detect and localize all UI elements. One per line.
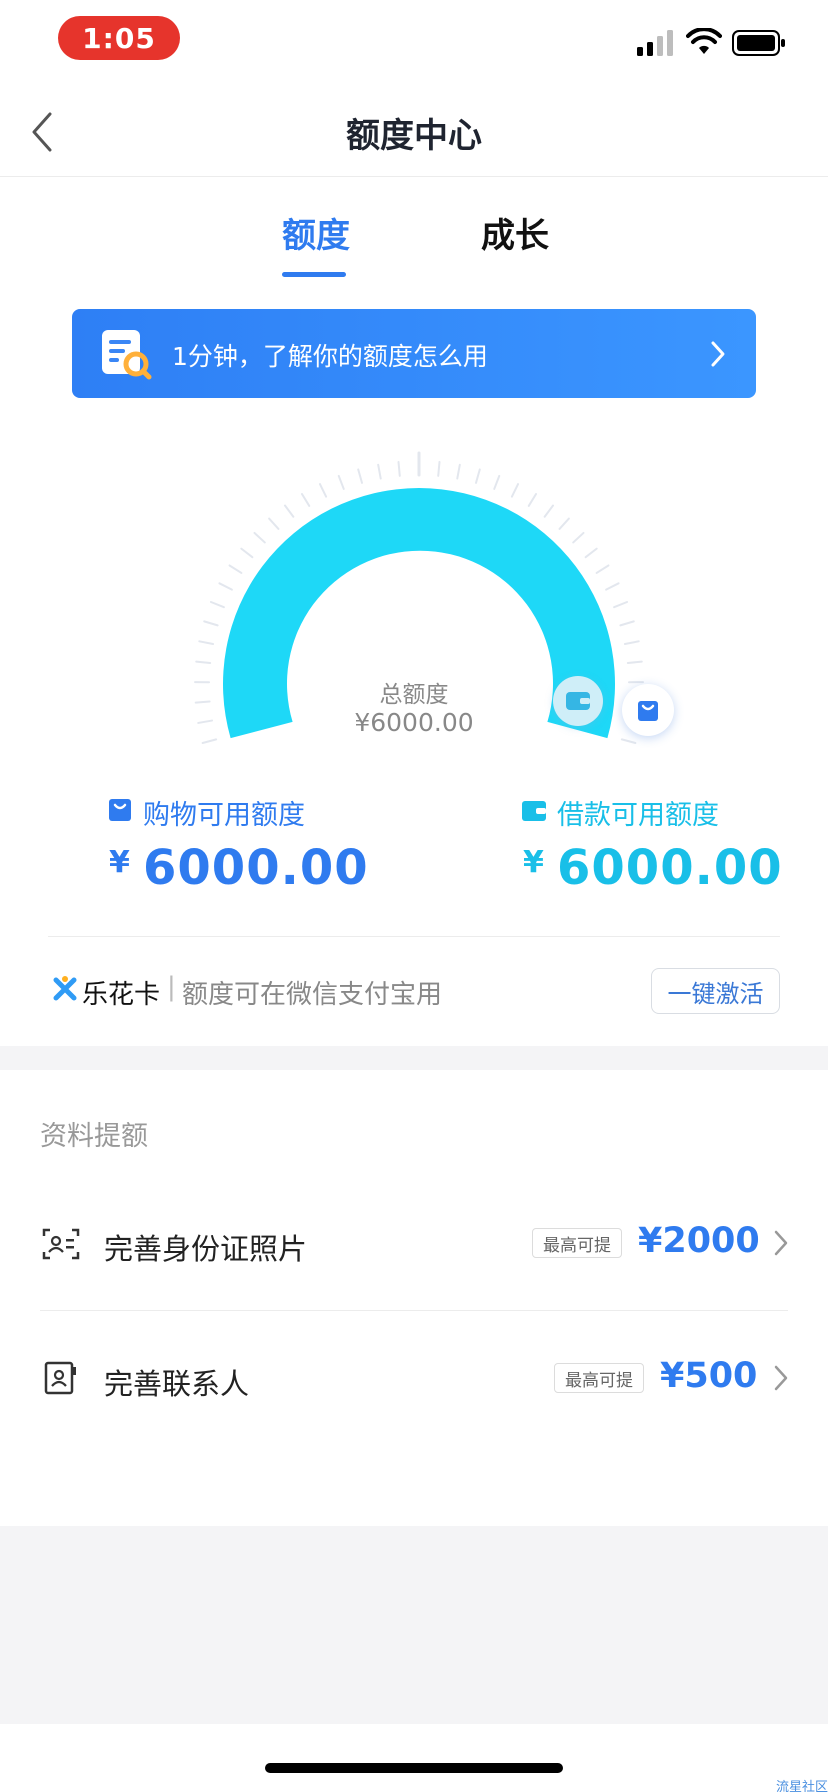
gauge-tick	[300, 493, 311, 507]
banner-text: 1分钟，了解你的额度怎么用	[172, 342, 488, 371]
gauge-tick	[198, 640, 215, 646]
home-indicator	[265, 1763, 563, 1773]
lehua-brand: 乐花卡	[82, 980, 161, 1010]
shopping-credit-amount: 6000.00	[143, 840, 369, 896]
gauge-tick	[337, 474, 345, 490]
gauge-tick	[623, 640, 640, 646]
gauge-tick	[240, 547, 254, 559]
page-title: 额度中心	[346, 116, 482, 156]
id-card-icon	[42, 1228, 80, 1264]
chevron-right-icon	[774, 1230, 788, 1260]
total-quota-value: ¥6000.00	[354, 708, 474, 737]
gauge-tick	[195, 660, 212, 665]
lehua-description: 额度可在微信支付宝用	[182, 980, 443, 1010]
tab-growth[interactable]: 成长	[481, 208, 549, 257]
gauge-tick	[626, 660, 643, 665]
tab-active-indicator	[282, 272, 346, 277]
wallet-icon	[521, 798, 547, 826]
total-quota-label: 总额度	[379, 682, 449, 708]
gauge-tick	[619, 620, 635, 627]
boost-amount: ¥2000	[638, 1221, 760, 1261]
shopping-credit-label: 购物可用额度	[143, 800, 305, 831]
credits-divider	[48, 936, 780, 937]
chevron-right-icon	[710, 340, 726, 372]
boost-amount: ¥500	[660, 1356, 758, 1396]
gauge-tick	[437, 460, 441, 477]
bottom-area	[0, 1526, 828, 1724]
loan-credit-amount: 6000.00	[557, 840, 783, 896]
shopping-credit-currency: ¥	[109, 845, 130, 880]
loan-credit-label: 借款可用额度	[557, 800, 719, 831]
list-divider	[40, 1310, 788, 1311]
wallet-icon	[566, 692, 590, 710]
gauge-tick	[377, 463, 382, 480]
gauge-tick	[584, 547, 598, 559]
section-gap	[0, 1046, 828, 1070]
gauge-tick	[253, 531, 266, 544]
gauge-tick	[510, 483, 520, 498]
gauge-tick	[201, 738, 218, 744]
gauge-tick	[613, 600, 629, 609]
watermark: 流星社区	[776, 1780, 828, 1792]
lehua-separator: |	[167, 972, 176, 1002]
gauge-tick	[268, 517, 280, 530]
shopping-bag-icon	[638, 701, 658, 721]
battery-icon	[732, 30, 786, 60]
chevron-right-icon	[774, 1365, 788, 1395]
gauge-tick	[218, 582, 233, 591]
gauge-tick	[620, 738, 637, 744]
gauge-tick	[605, 582, 620, 591]
boost-item-title: 完善联系人	[104, 1367, 250, 1401]
gauge-tick	[318, 483, 328, 498]
gauge-tick	[543, 504, 555, 518]
nav-divider	[0, 176, 828, 177]
gauge-tick	[283, 504, 295, 518]
contact-icon	[44, 1361, 78, 1399]
gauge-tick	[228, 564, 243, 574]
signal-icon	[637, 30, 677, 60]
loan-credit-currency: ¥	[523, 845, 544, 880]
gauge-tick	[572, 531, 585, 544]
wallet-bubble	[553, 676, 603, 726]
gauge-tick	[558, 517, 570, 530]
lehua-logo-icon	[51, 975, 79, 1007]
max-boost-tag: 最高可提	[554, 1363, 644, 1393]
max-boost-tag: 最高可提	[532, 1228, 622, 1258]
wifi-icon	[686, 27, 722, 60]
boost-item-title: 完善身份证照片	[104, 1232, 308, 1266]
tab-quota[interactable]: 额度	[282, 208, 350, 257]
gauge-tick	[595, 564, 610, 574]
gauge-tick	[209, 600, 225, 609]
activate-button[interactable]: 一键激活	[651, 968, 780, 1014]
gauge-tick	[203, 620, 219, 627]
gauge-tick	[527, 493, 538, 507]
shopping-bag-icon	[108, 798, 132, 826]
boost-section-title: 资料提额	[40, 1121, 148, 1152]
gauge-tick	[397, 460, 401, 477]
gauge-tick	[493, 474, 501, 490]
gauge-tick	[357, 468, 363, 484]
gauge-tick	[456, 463, 461, 480]
shopping-bubble	[622, 684, 674, 736]
gauge-tick	[475, 468, 481, 484]
document-search-icon	[98, 326, 154, 386]
status-time: 1:05	[58, 16, 180, 60]
